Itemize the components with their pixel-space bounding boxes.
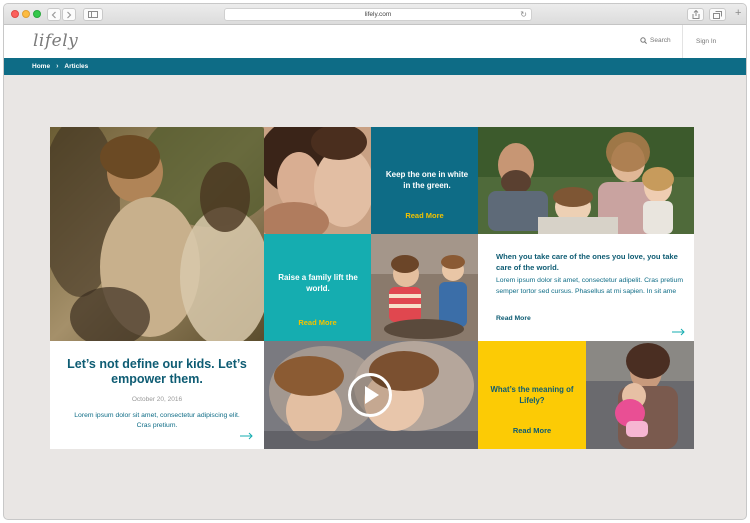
chevron-left-icon	[51, 11, 56, 18]
lifely-logo[interactable]: lifely	[33, 31, 78, 51]
care-read-more[interactable]: Read More	[496, 315, 531, 322]
couple-embrace-photo	[264, 127, 371, 234]
breadcrumb-separator: ›	[56, 63, 59, 70]
chevron-right-icon	[67, 11, 72, 18]
forward-button[interactable]	[62, 8, 76, 21]
sidebar-icon	[88, 11, 98, 18]
reload-icon[interactable]: ↻	[520, 10, 527, 19]
tabs-overview-button[interactable]	[709, 8, 726, 21]
search-label: Search	[650, 37, 671, 44]
address-bar-url: lifely.com	[364, 11, 392, 18]
sign-in-link[interactable]: Sign In	[696, 38, 716, 45]
raise-family-headline[interactable]: Raise a family lift the world.	[274, 272, 362, 294]
care-article-card[interactable]: When you take care of the ones you love,…	[478, 234, 694, 341]
feature-excerpt: Lorem ipsum dolor sit amet, consectetur …	[74, 412, 240, 429]
raise-family-card[interactable]: Raise a family lift the world. Read More	[264, 234, 371, 341]
meaning-read-more[interactable]: Read More	[478, 426, 586, 435]
family-portrait-photo[interactable]	[478, 127, 694, 234]
breadcrumb: Home › Articles	[4, 58, 746, 75]
sidebar-button[interactable]	[83, 8, 103, 21]
video-tile[interactable]	[264, 341, 478, 449]
arrow-right-icon[interactable]	[672, 328, 686, 336]
back-button[interactable]	[47, 8, 61, 21]
header-divider	[682, 25, 683, 59]
close-window-button[interactable]	[11, 10, 19, 18]
share-button[interactable]	[687, 8, 704, 21]
browser-toolbar: lifely.com ↻ +	[4, 4, 746, 25]
meaning-headline[interactable]: What’s the meaning of Lifely?	[484, 384, 580, 406]
care-headline[interactable]: When you take care of the ones you love,…	[496, 252, 681, 273]
breadcrumb-home[interactable]: Home	[32, 63, 50, 70]
care-excerpt: Lorem ipsum dolor sit amet, consectetur …	[496, 277, 683, 295]
feature-photo[interactable]	[50, 127, 264, 341]
zoom-window-button[interactable]	[33, 10, 41, 18]
feature-date: October 20, 2016	[131, 396, 183, 403]
arrow-right-icon[interactable]	[240, 432, 254, 440]
search-button[interactable]: Search	[640, 37, 671, 44]
plus-icon[interactable]: +	[735, 7, 741, 19]
breadcrumb-articles[interactable]: Articles	[64, 63, 88, 70]
search-icon	[640, 37, 647, 44]
green-white-headline[interactable]: Keep the one in white in the green.	[385, 169, 469, 191]
play-button[interactable]	[348, 373, 392, 417]
site-header: lifely Search Sign In	[4, 25, 746, 59]
mother-kiss-photo	[586, 341, 694, 449]
tabs-icon	[713, 10, 722, 19]
kids-playing-photo[interactable]	[371, 234, 478, 341]
address-bar[interactable]: lifely.com ↻	[224, 8, 532, 21]
meaning-card[interactable]: What’s the meaning of Lifely? Read More	[478, 341, 586, 449]
feature-headline[interactable]: Let’s not define our kids. Let’s empower…	[62, 357, 252, 387]
family-outdoor-photo	[478, 127, 694, 234]
couple-photo[interactable]	[264, 127, 371, 234]
kids-playing-photo-image	[371, 234, 478, 341]
family-hug-photo	[50, 127, 264, 341]
green-white-card[interactable]: Keep the one in white in the green. Read…	[371, 127, 478, 234]
play-icon	[365, 386, 379, 404]
mother-child-photo[interactable]	[586, 341, 694, 449]
share-icon	[692, 10, 699, 19]
green-white-read-more[interactable]: Read More	[371, 211, 478, 220]
feature-article-card[interactable]: Let’s not define our kids. Let’s empower…	[50, 341, 264, 449]
minimize-window-button[interactable]	[22, 10, 30, 18]
article-grid: Let’s not define our kids. Let’s empower…	[50, 127, 694, 449]
browser-window: lifely.com ↻ + lifely Search Sign In Hom…	[3, 3, 747, 520]
raise-family-read-more[interactable]: Read More	[264, 318, 371, 327]
